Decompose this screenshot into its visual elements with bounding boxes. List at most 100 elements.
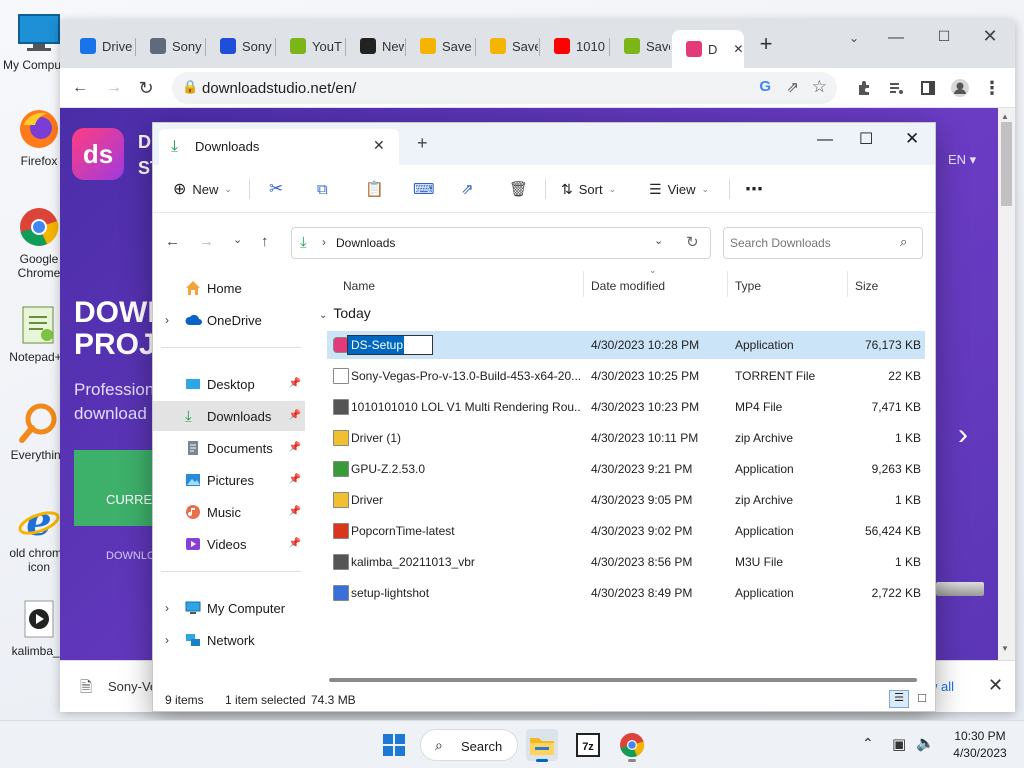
media-control-icon[interactable] — [882, 74, 910, 102]
profile-avatar-icon[interactable] — [946, 74, 974, 102]
file-row[interactable]: Driver (1) 4/30/2023 10:11 PM zip Archive 1… — [327, 424, 925, 452]
reload-icon[interactable]: ↻ — [132, 74, 160, 102]
close-tab-icon[interactable]: ✕ — [733, 42, 743, 56]
search-input[interactable] — [730, 234, 890, 252]
file-row[interactable]: Sony-Vegas-Pro-v-13.0-Build-453-x64-20..… — [327, 362, 925, 390]
column-header-size[interactable]: Size — [855, 279, 878, 293]
file-row[interactable]: GPU-Z.2.53.0 4/30/2023 9:21 PM Application… — [327, 455, 925, 483]
language-selector[interactable]: EN ▾ — [948, 152, 976, 168]
file-row[interactable]: setup-lightshot 4/30/2023 8:49 PM Applicat… — [327, 579, 925, 607]
scroll-down-icon[interactable]: ▼ — [1001, 644, 1009, 653]
file-explorer-taskbar-icon[interactable] — [526, 729, 558, 762]
network-status-icon[interactable]: ▣ — [892, 735, 906, 753]
forward-icon[interactable]: → — [100, 74, 128, 102]
browser-tab[interactable]: 1010 — [540, 32, 608, 60]
start-button[interactable] — [378, 729, 410, 761]
explorer-tab[interactable]: ⤓ Downloads ✕ — [159, 129, 399, 165]
tab-search-button[interactable]: ⌄ — [840, 24, 868, 52]
close-tab-icon[interactable]: ✕ — [373, 137, 385, 154]
nav-item-network[interactable]: › Network — [153, 625, 305, 655]
browser-tab[interactable]: New — [346, 32, 404, 60]
file-row[interactable]: 1010101010 LOL V1 Multi Rendering Rou...… — [327, 393, 925, 421]
file-row[interactable]: 4/30/2023 10:28 PM Application 76,173 KB — [327, 331, 925, 359]
breadcrumb[interactable]: Downloads — [336, 236, 395, 250]
bookmark-star-icon[interactable]: ☆ — [812, 77, 827, 97]
share-icon[interactable]: ⇗ — [786, 78, 799, 96]
sort-button[interactable]: ⇅ Sort ⌄ — [561, 177, 616, 201]
current-version-button[interactable]: CURREN — [74, 450, 164, 526]
rename-icon[interactable]: ⌨ — [413, 177, 435, 201]
details-view-icon[interactable]: ☰ — [889, 690, 909, 708]
chevron-right-icon[interactable]: › — [165, 633, 185, 647]
nav-item-my-computer[interactable]: › My Computer — [153, 593, 305, 623]
share-icon[interactable]: ⇗ — [461, 177, 474, 201]
nav-item-downloads[interactable]: ⤓ Downloads 📌 — [153, 401, 305, 431]
browser-tab[interactable]: Save — [476, 32, 538, 60]
maximize-button[interactable]: ☐ — [930, 22, 958, 50]
cut-icon[interactable]: ✂ — [269, 177, 283, 201]
forward-icon[interactable]: → — [199, 233, 214, 250]
browser-tab[interactable]: Save — [406, 32, 474, 60]
nav-item-onedrive[interactable]: › OneDrive — [153, 305, 305, 335]
new-tab-button[interactable]: + — [417, 133, 428, 154]
chrome-menu-icon[interactable]: ⋮ — [978, 74, 1006, 102]
nav-item-videos[interactable]: Videos 📌 — [153, 529, 305, 559]
carousel-next-icon[interactable]: › — [958, 418, 968, 452]
group-header-today[interactable]: ⌄ Today — [319, 305, 371, 321]
column-divider[interactable] — [727, 271, 728, 297]
browser-tab[interactable]: Save — [610, 32, 670, 60]
site-logo[interactable]: ds — [72, 128, 124, 180]
download-item-name[interactable]: Sony-Ve — [108, 679, 157, 694]
side-panel-icon[interactable] — [914, 74, 942, 102]
scroll-thumb[interactable] — [1001, 122, 1012, 206]
chrome-taskbar-icon[interactable] — [616, 729, 648, 762]
column-header-type[interactable]: Type — [735, 279, 761, 293]
close-button[interactable]: ✕ — [905, 129, 919, 149]
extensions-icon[interactable] — [850, 74, 878, 102]
browser-tab[interactable]: Sony — [136, 32, 204, 60]
volume-icon[interactable]: 🔈 — [916, 734, 935, 752]
rename-input[interactable] — [347, 335, 433, 355]
browser-tab[interactable]: Sony — [206, 32, 274, 60]
7zip-taskbar-icon[interactable]: 7z — [572, 729, 604, 761]
horizontal-scrollbar[interactable] — [329, 678, 917, 682]
close-button[interactable]: ✕ — [976, 22, 1004, 50]
tiles-view-icon[interactable]: □ — [913, 690, 931, 708]
address-box[interactable]: ⤓ › Downloads ⌄ ↻ — [291, 227, 711, 259]
refresh-icon[interactable]: ↻ — [686, 233, 699, 251]
view-button[interactable]: ☰ View ⌄ — [649, 177, 709, 201]
up-icon[interactable]: ↑ — [261, 233, 269, 250]
browser-tab[interactable]: Drive — [66, 32, 134, 60]
browser-tab[interactable]: YouT — [276, 32, 344, 60]
more-options-icon[interactable]: ⋯ — [745, 177, 763, 201]
copy-icon[interactable]: ⧉ — [317, 177, 328, 201]
column-header-date[interactable]: Date modified — [591, 279, 665, 293]
recent-locations-icon[interactable]: ⌄ — [233, 233, 242, 246]
column-divider[interactable] — [583, 271, 584, 297]
nav-item-documents[interactable]: Documents 📌 — [153, 433, 305, 463]
back-icon[interactable]: ← — [165, 233, 180, 250]
chevron-down-icon[interactable]: ⌄ — [654, 234, 663, 247]
minimize-button[interactable]: — — [882, 24, 910, 52]
column-header-name[interactable]: Name — [343, 279, 375, 293]
scroll-up-icon[interactable]: ▲ — [1001, 112, 1009, 121]
address-bar[interactable]: 🔒 downloadstudio.net/en/ G ⇗ ☆ — [172, 72, 837, 104]
nav-item-home[interactable]: Home — [153, 273, 305, 303]
delete-icon[interactable]: 🗑 — [509, 177, 528, 201]
clock[interactable]: 10:30 PM 4/30/2023 — [950, 729, 1010, 760]
file-row[interactable]: PopcornTime-latest 4/30/2023 9:02 PM Appli… — [327, 517, 925, 545]
taskbar-search-button[interactable]: ⌕ Search — [420, 729, 518, 761]
close-shelf-icon[interactable]: ✕ — [988, 675, 1003, 696]
browser-tab[interactable]: D ✕ — [672, 30, 744, 68]
chevron-right-icon[interactable]: › — [165, 313, 185, 327]
page-scrollbar[interactable]: ▲ ▼ — [998, 108, 1015, 660]
file-row[interactable]: kalimba_20211013_vbr 4/30/2023 8:56 PM M3U… — [327, 548, 925, 576]
new-tab-button[interactable]: + — [752, 30, 780, 58]
column-divider[interactable] — [847, 271, 848, 297]
nav-item-pictures[interactable]: Pictures 📌 — [153, 465, 305, 495]
new-button[interactable]: ⊕ New ⌄ — [173, 177, 232, 201]
file-row[interactable]: Driver 4/30/2023 9:05 PM zip Archive 1 KB — [327, 486, 925, 514]
chevron-up-icon[interactable]: ⌃ — [862, 735, 874, 752]
minimize-button[interactable]: — — [817, 131, 833, 149]
google-lens-icon[interactable]: G — [759, 78, 771, 95]
